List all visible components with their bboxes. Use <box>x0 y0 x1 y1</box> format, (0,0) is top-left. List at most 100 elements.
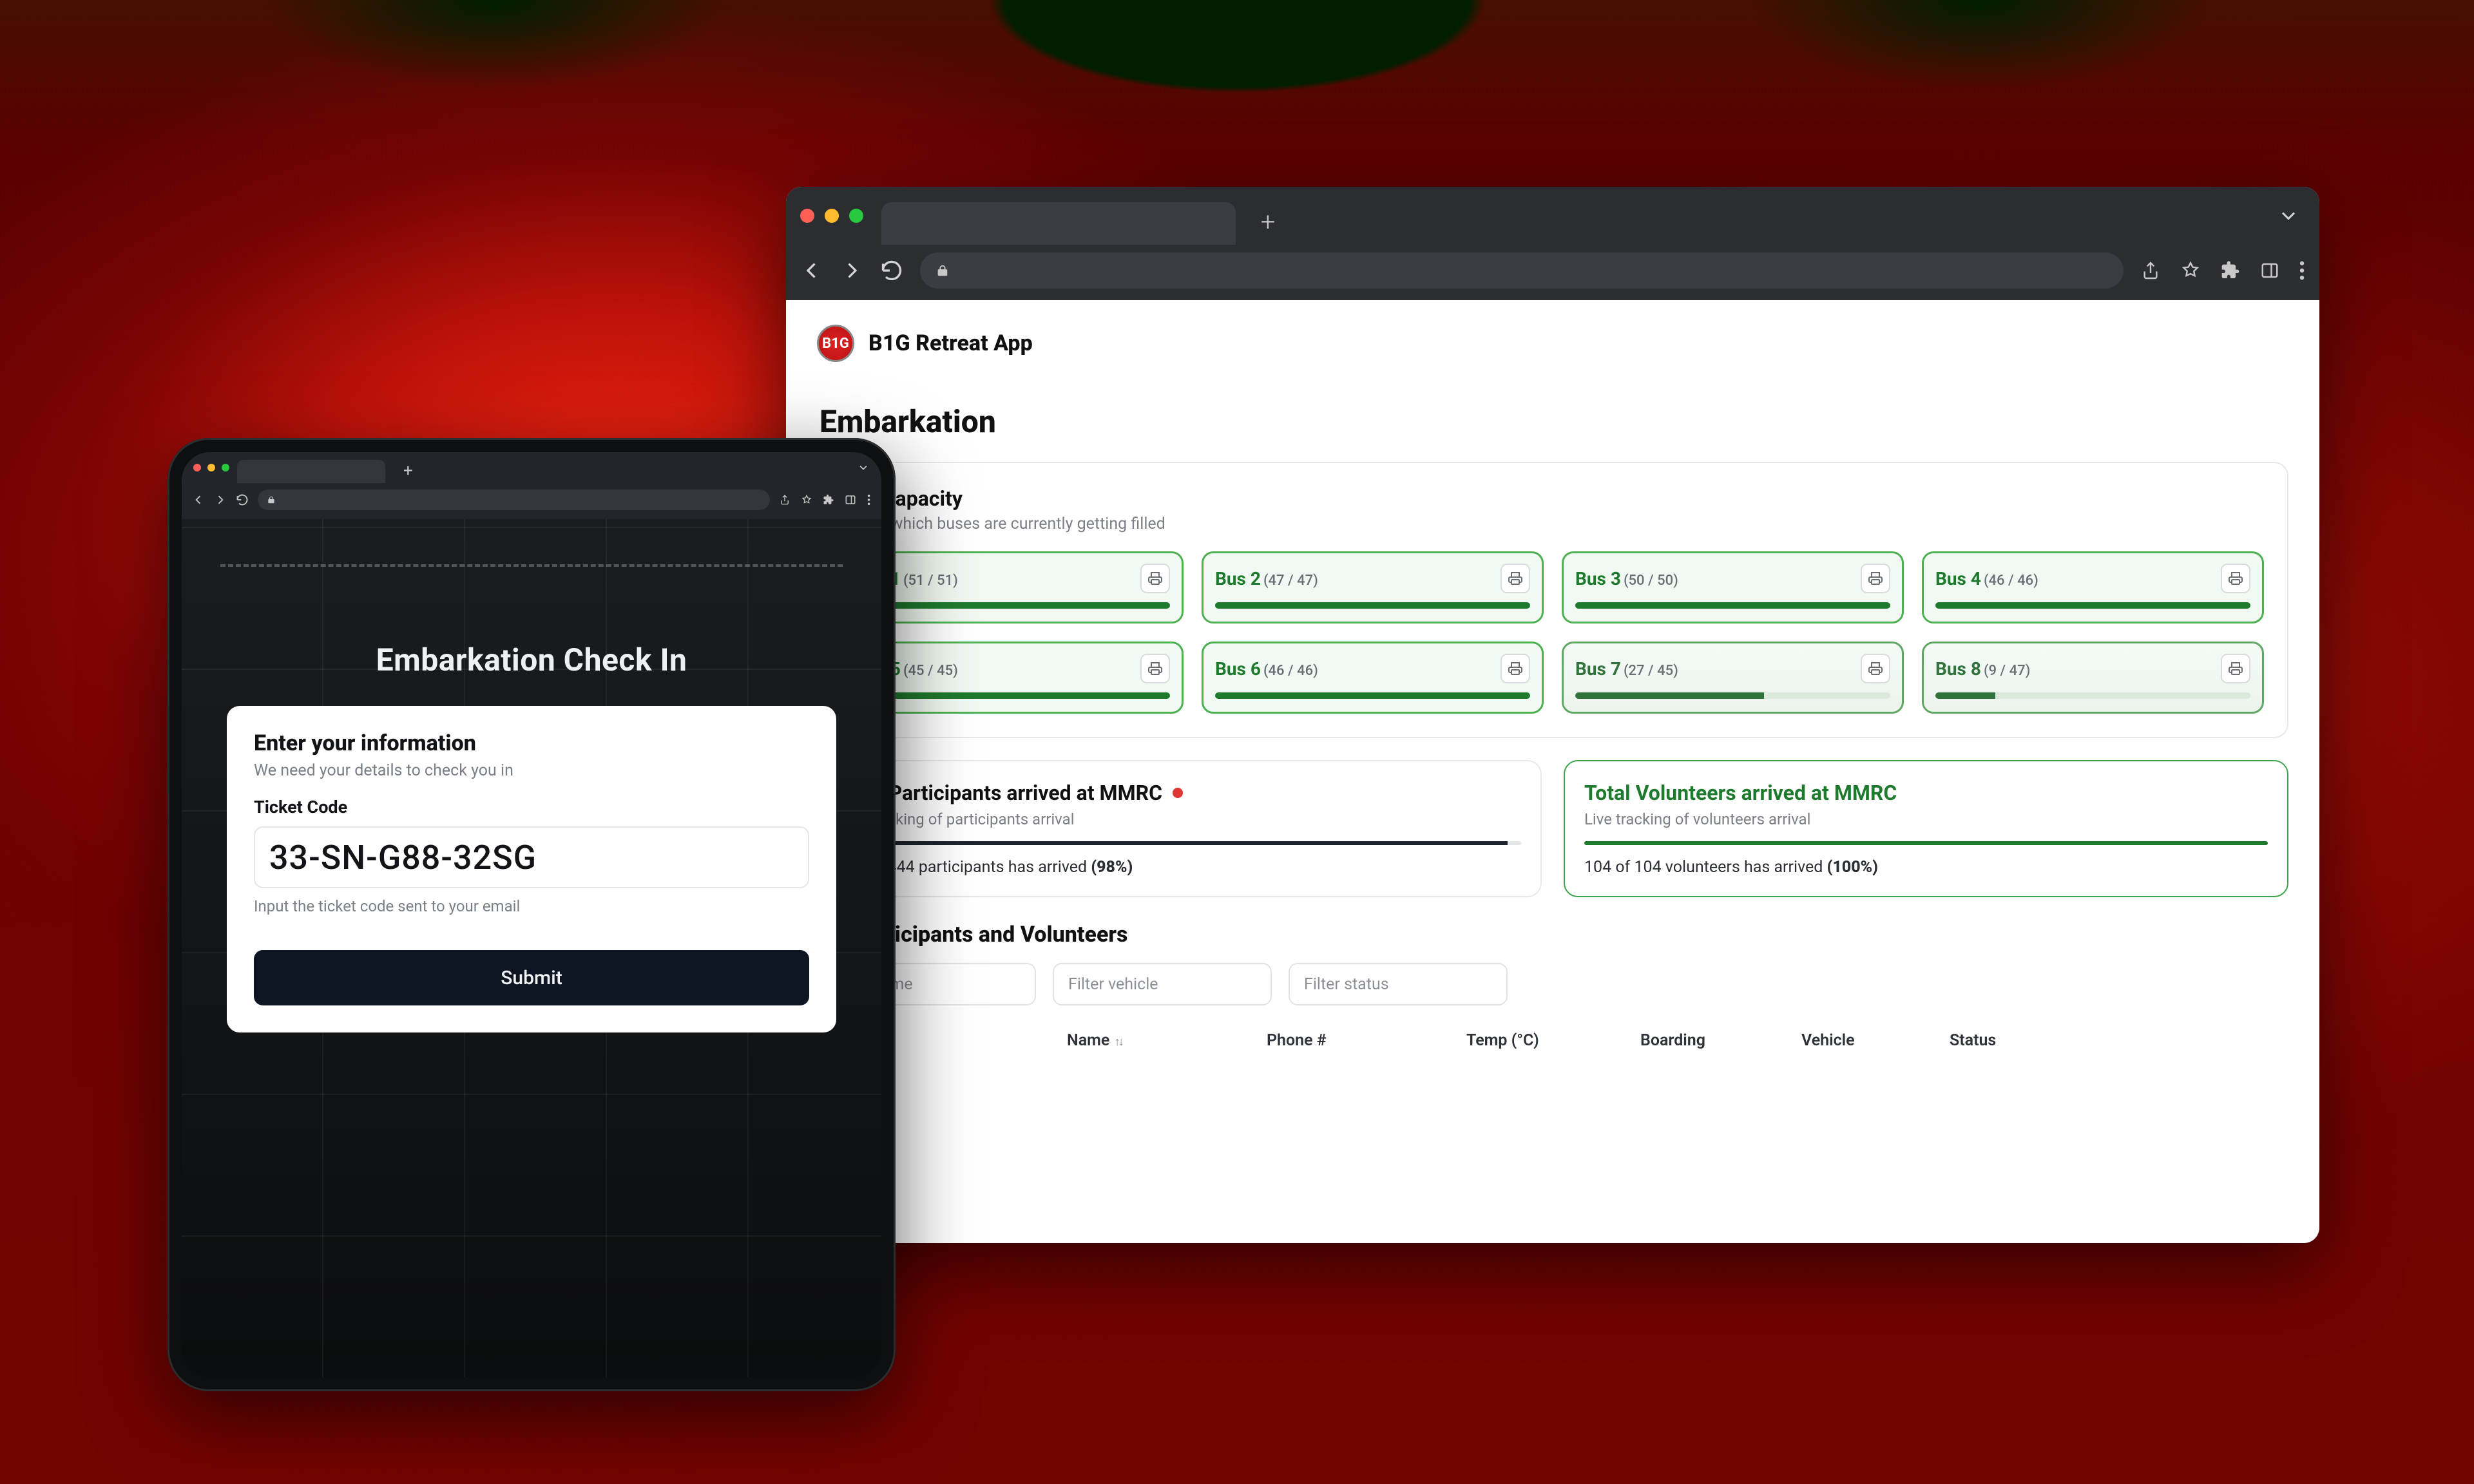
bus-capacity: (50 / 50) <box>1624 573 1678 589</box>
printer-icon <box>1868 571 1883 586</box>
participants-text: 437 of 444 participants has arrived (98%… <box>838 858 1521 877</box>
bookmark-star-icon[interactable] <box>2180 260 2201 281</box>
ticket-code-label: Ticket Code <box>254 797 809 817</box>
col-vehicle[interactable]: Vehicle <box>1801 1031 1943 1050</box>
app-page: B1G B1G Retreat App Embarkation Bus Capa… <box>786 300 2319 1077</box>
bus-capacity-subtitle: Watch which buses are currently getting … <box>841 515 2264 533</box>
window-controls[interactable] <box>193 464 229 471</box>
checkin-heading: Embarkation Check In <box>182 642 881 678</box>
browser-chrome: + <box>786 187 2319 300</box>
maximize-window-icon[interactable] <box>849 209 863 223</box>
kebab-menu-icon[interactable] <box>2299 260 2305 281</box>
panel-icon[interactable] <box>2260 261 2279 280</box>
checkin-page: Embarkation Check In Enter your informat… <box>182 519 881 1377</box>
bus-name: Bus 2 <box>1215 568 1261 589</box>
print-button[interactable] <box>1501 564 1530 593</box>
bus-name: Bus 8 <box>1935 658 1981 680</box>
reload-button[interactable] <box>236 493 249 506</box>
volunteers-text: 104 of 104 volunteers has arrived (100%) <box>1584 858 2268 877</box>
volunteers-title: Total Volunteers arrived at MMRC <box>1584 781 2268 805</box>
extensions-icon[interactable] <box>823 494 834 506</box>
col-phone[interactable]: Phone # <box>1267 1031 1460 1050</box>
app-title: B1G Retreat App <box>868 330 1033 356</box>
col-boarding[interactable]: Boarding <box>1640 1031 1795 1050</box>
tablet-device: + <box>168 438 896 1391</box>
live-indicator-icon <box>1173 788 1183 798</box>
bus-capacity: (27 / 45) <box>1624 663 1678 679</box>
participants-progress <box>838 841 1521 845</box>
extensions-icon[interactable] <box>2220 260 2241 281</box>
new-tab-button[interactable]: + <box>1255 207 1281 237</box>
bus-card: Bus 2 (47 / 47) <box>1202 551 1544 623</box>
bus-capacity: (47 / 47) <box>1263 573 1318 589</box>
forward-button[interactable] <box>840 259 863 282</box>
bus-card: Bus 3 (50 / 50) <box>1562 551 1904 623</box>
sort-icon[interactable]: ↑↓ <box>1113 1035 1122 1049</box>
forward-button[interactable] <box>214 493 227 506</box>
new-tab-button[interactable]: + <box>403 461 413 480</box>
bus-capacity-title: Bus Capacity <box>841 486 2264 511</box>
bus-capacity: (9 / 47) <box>1984 663 2030 679</box>
col-name[interactable]: Name ↑↓ <box>1067 1031 1260 1050</box>
browser-tab[interactable] <box>881 202 1236 245</box>
chevron-down-icon[interactable] <box>2277 204 2300 227</box>
share-icon[interactable] <box>2140 260 2161 281</box>
submit-button[interactable]: Submit <box>254 950 809 1005</box>
print-button[interactable] <box>1501 654 1530 683</box>
bus-progress <box>1215 692 1530 699</box>
bus-capacity-card: Bus Capacity Watch which buses are curre… <box>817 462 2288 738</box>
print-button[interactable] <box>1140 564 1170 593</box>
back-button[interactable] <box>192 493 205 506</box>
minimize-window-icon[interactable] <box>207 464 215 471</box>
bus-progress <box>1215 602 1530 609</box>
close-window-icon[interactable] <box>193 464 201 471</box>
bus-capacity: (46 / 46) <box>1984 573 2038 589</box>
checkin-card-subtitle: We need your details to check you in <box>254 761 809 780</box>
bus-progress <box>1575 692 1890 699</box>
browser-tab[interactable] <box>237 460 385 483</box>
bus-name: Bus 6 <box>1215 658 1261 680</box>
panel-icon[interactable] <box>845 494 856 506</box>
print-button[interactable] <box>1140 654 1170 683</box>
bus-capacity: (51 / 51) <box>903 573 958 589</box>
print-button[interactable] <box>2221 654 2250 683</box>
app-logo: B1G <box>817 325 854 362</box>
filter-status-input[interactable]: Filter status <box>1289 963 1508 1005</box>
bookmark-star-icon[interactable] <box>801 494 812 506</box>
close-window-icon[interactable] <box>800 209 814 223</box>
print-button[interactable] <box>1861 564 1890 593</box>
participants-card: Total Participants arrived at MMRC Live … <box>817 760 1542 897</box>
tablet-browser-chrome: + <box>182 452 881 519</box>
print-button[interactable] <box>2221 564 2250 593</box>
col-status[interactable]: Status <box>1950 1031 2078 1050</box>
participants-title: Total Participants arrived at MMRC <box>838 781 1521 805</box>
desktop-browser-window: + B1G B1G Retreat App Emb <box>786 187 2319 1243</box>
table-header: Ticket Name ↑↓ Phone # Temp (°C) Boardin… <box>817 1023 2288 1058</box>
print-button[interactable] <box>1861 654 1890 683</box>
address-bar[interactable] <box>258 490 770 510</box>
maximize-window-icon[interactable] <box>222 464 229 471</box>
share-icon[interactable] <box>779 494 791 506</box>
volunteers-progress <box>1584 841 2268 845</box>
printer-icon <box>1508 571 1523 586</box>
ticket-code-input[interactable]: 33-SN-G88-32SG <box>254 826 809 888</box>
bus-card: Bus 7 (27 / 45) <box>1562 642 1904 714</box>
printer-icon <box>1508 661 1523 676</box>
bus-progress <box>1575 602 1890 609</box>
kebab-menu-icon[interactable] <box>867 494 871 506</box>
bus-progress <box>1935 602 2250 609</box>
bus-name: Bus 3 <box>1575 568 1621 589</box>
bus-card: Bus 8 (9 / 47) <box>1922 642 2264 714</box>
col-temp[interactable]: Temp (°C) <box>1466 1031 1634 1050</box>
checkin-card: Enter your information We need your deta… <box>227 706 836 1032</box>
page-title: Embarkation <box>820 403 2288 440</box>
reload-button[interactable] <box>880 259 903 282</box>
chevron-down-icon[interactable] <box>857 461 870 474</box>
bus-capacity: (45 / 45) <box>903 663 958 679</box>
printer-icon <box>2228 661 2243 676</box>
address-bar[interactable] <box>920 252 2124 289</box>
back-button[interactable] <box>800 259 823 282</box>
minimize-window-icon[interactable] <box>825 209 839 223</box>
filter-vehicle-input[interactable]: Filter vehicle <box>1053 963 1272 1005</box>
window-controls[interactable] <box>800 209 863 223</box>
